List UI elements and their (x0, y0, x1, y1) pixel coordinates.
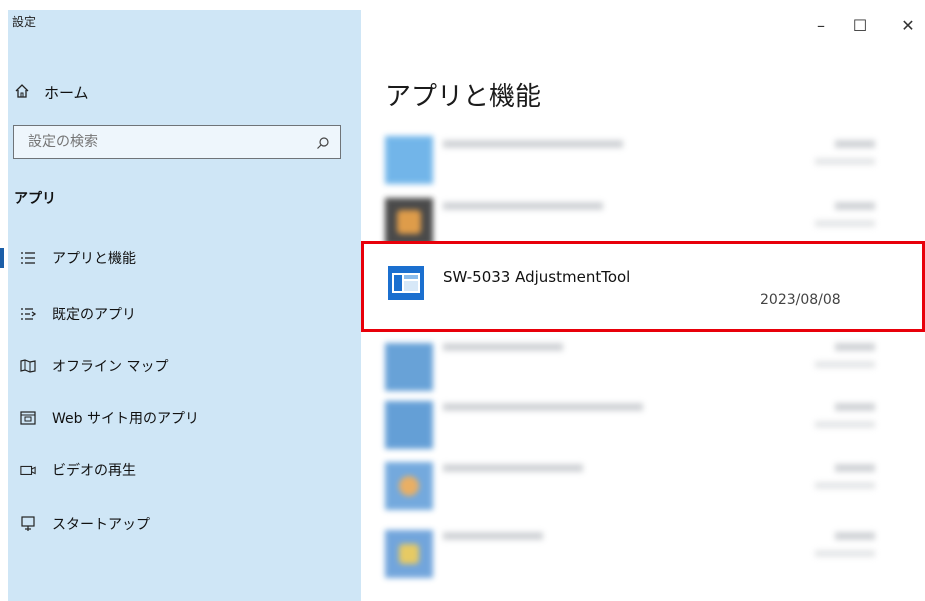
home-icon (14, 83, 30, 103)
window-title: 設定 (12, 15, 37, 29)
video-playback-icon (20, 462, 36, 478)
sidebar-item-apps-features[interactable]: アプリと機能 (0, 240, 353, 276)
section-heading-apps: アプリ (14, 191, 56, 207)
default-apps-icon (20, 306, 36, 322)
app-icon (385, 198, 433, 246)
sidebar-item-label: アプリと機能 (52, 251, 136, 267)
web-apps-icon (20, 410, 36, 426)
app-list-item-blurred[interactable] (385, 128, 885, 184)
app-icon (385, 343, 433, 391)
close-button[interactable]: ✕ (893, 16, 923, 35)
minimize-button[interactable]: – (806, 16, 836, 35)
sidebar-item-startup[interactable]: スタートアップ (0, 506, 353, 542)
app-list-item-blurred[interactable] (385, 335, 885, 391)
app-name: SW-5033 AdjustmentTool (443, 268, 631, 286)
app-icon (385, 462, 433, 510)
sidebar-item-label: 既定のアプリ (52, 307, 136, 323)
app-install-date: 2023/08/08 (760, 292, 841, 308)
app-icon (385, 530, 433, 578)
sidebar-item-offline-maps[interactable]: オフライン マップ (0, 348, 353, 384)
app-list-item-blurred[interactable] (385, 454, 885, 510)
app-list-item-blurred[interactable] (385, 393, 885, 449)
sidebar-item-label: オフライン マップ (52, 359, 169, 375)
search-input[interactable] (26, 133, 316, 151)
maximize-button[interactable]: ☐ (845, 16, 875, 35)
search-box[interactable] (13, 125, 341, 159)
app-list-item-blurred[interactable] (385, 522, 885, 578)
page-title: アプリと機能 (385, 82, 542, 112)
startup-icon (20, 516, 36, 532)
sidebar-item-default-apps[interactable]: 既定のアプリ (0, 296, 353, 332)
sidebar-item-label: ビデオの再生 (52, 463, 136, 479)
nav-home[interactable]: ホーム (14, 82, 89, 103)
app-icon (385, 136, 433, 184)
sidebar-item-web-apps[interactable]: Web サイト用のアプリ (0, 400, 353, 436)
apps-features-icon (20, 250, 36, 266)
sidebar-item-video-playback[interactable]: ビデオの再生 (0, 452, 353, 488)
app-list-item-selected[interactable] (361, 241, 925, 332)
search-icon[interactable] (316, 135, 330, 149)
app-icon-adjustment-tool (388, 266, 424, 300)
offline-maps-icon (20, 358, 36, 374)
app-list-item-blurred[interactable] (385, 190, 885, 246)
nav-home-label: ホーム (44, 84, 89, 102)
app-icon (385, 401, 433, 449)
sidebar-item-label: Web サイト用のアプリ (52, 411, 199, 427)
sidebar-item-label: スタートアップ (52, 517, 150, 533)
